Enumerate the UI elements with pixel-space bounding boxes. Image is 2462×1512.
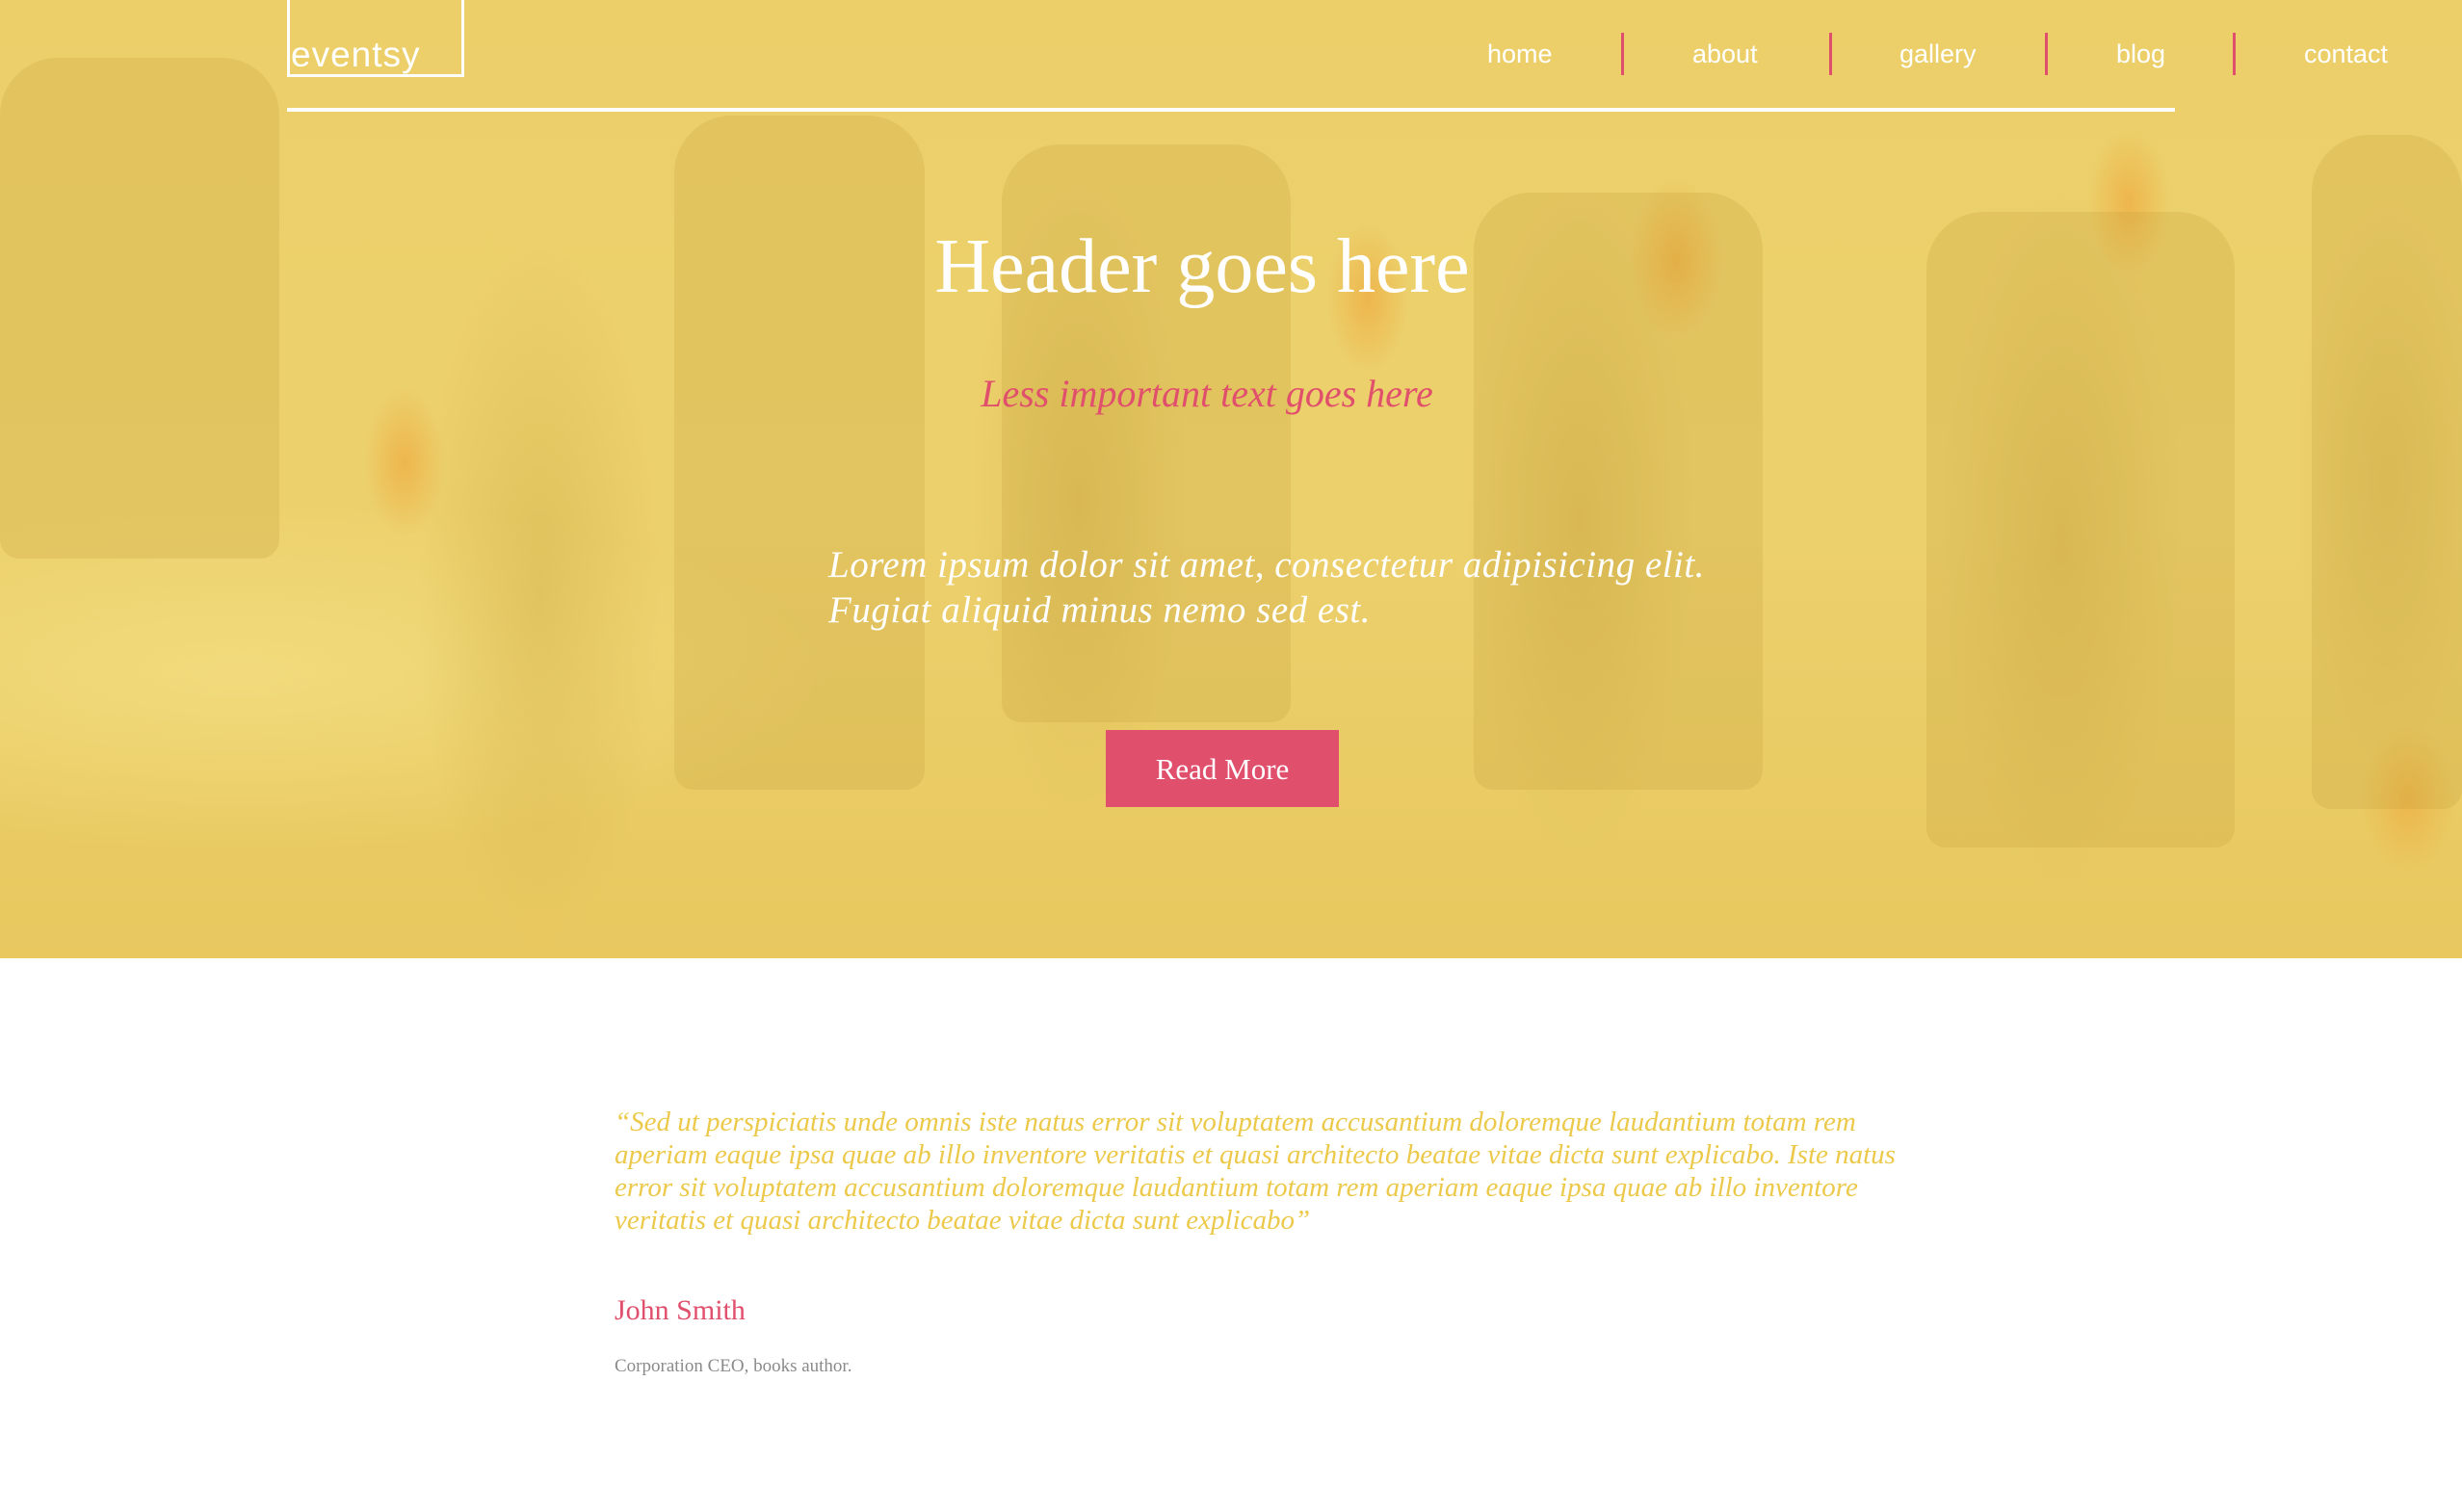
nav-item-contact[interactable]: contact: [2304, 33, 2388, 75]
testimonial-section: “Sed ut perspiciatis unde omnis iste nat…: [615, 1106, 1925, 1377]
testimonial-quote: “Sed ut perspiciatis unde omnis iste nat…: [615, 1107, 1896, 1236]
read-more-button[interactable]: Read More: [1106, 730, 1339, 807]
testimonial-author: John Smith: [615, 1294, 746, 1326]
hero-body-text: Lorem ipsum dolor sit amet, consectetur …: [828, 542, 1772, 633]
nav-item-home[interactable]: home: [1487, 33, 1553, 75]
hero-subtitle: Less important text goes here: [981, 372, 1433, 415]
nav-item-about[interactable]: about: [1692, 33, 1758, 75]
top-navigation-bar: eventsy home about gallery blog contact: [287, 0, 2388, 112]
logo[interactable]: eventsy: [291, 35, 421, 75]
hero-body-line: Lorem ipsum dolor sit amet, consectetur …: [828, 544, 1705, 586]
nav-item-gallery[interactable]: gallery: [1899, 33, 1977, 75]
nav-item-blog[interactable]: blog: [2116, 33, 2165, 75]
testimonial-author-role: Corporation CEO, books author.: [615, 1356, 852, 1376]
hero-body-line: Fugiat aliquid minus nemo sed est.: [828, 589, 1371, 631]
nav-separator: [2045, 33, 2048, 75]
hero-background-chair: [674, 116, 925, 790]
nav-separator: [1829, 33, 1832, 75]
hero-section: eventsy home about gallery blog contact …: [0, 0, 2462, 958]
nav-separator: [1621, 33, 1624, 75]
nav-separator: [2233, 33, 2236, 75]
hero-title: Header goes here: [934, 224, 1470, 309]
